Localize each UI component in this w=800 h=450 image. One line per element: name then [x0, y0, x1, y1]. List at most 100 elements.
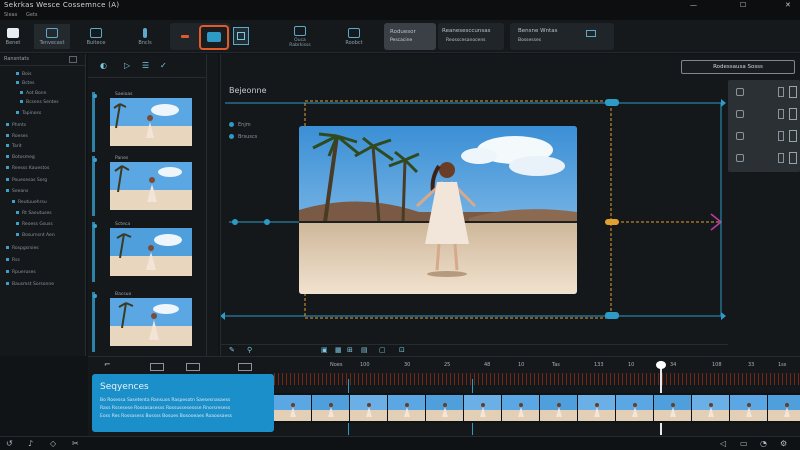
maximize-button[interactable]: ☐: [740, 1, 746, 9]
toolbar-group-resources[interactable]: Reanesesccunsas Reosscesanocens: [438, 23, 504, 50]
tree-item[interactable]: Reoess Gsuss: [16, 222, 53, 227]
crop-icon[interactable]: ⊞: [347, 346, 353, 354]
timeline-ruler[interactable]: Noes 100 30 25 48 10 Tas 133 10 34 108 3…: [274, 362, 800, 385]
safe-area-icon[interactable]: ⊡: [399, 346, 405, 354]
tree-item[interactable]: Rpueruses: [6, 270, 36, 275]
audio-icon[interactable]: ♪: [28, 439, 33, 448]
close-button[interactable]: ✕: [785, 1, 791, 9]
settings-icon[interactable]: ⚙: [780, 439, 787, 448]
menu-bar: Sleas Gets: [0, 12, 800, 20]
clip-thumbnail[interactable]: Bacsuo: [92, 292, 196, 352]
tree-item-label: Seeans: [12, 189, 29, 194]
grid-view-icon[interactable]: ▣: [321, 346, 328, 354]
expand-icon[interactable]: ◁: [720, 439, 726, 448]
toolbar-clip-button[interactable]: Tenvecast: [34, 24, 70, 49]
tree-item[interactable]: Seeans: [6, 189, 28, 194]
timeline-clip[interactable]: [540, 395, 578, 421]
panel-settings-icon[interactable]: [69, 56, 77, 63]
tree-item[interactable]: Bausmst Sorsonne: [6, 282, 54, 287]
tree-item-label: Rospgsrsies: [12, 246, 39, 251]
timeline-clip[interactable]: [654, 395, 692, 421]
pen-icon[interactable]: ✎: [229, 346, 235, 354]
timeline-clip[interactable]: [312, 395, 350, 421]
tree-item[interactable]: Bcsens Sentes: [20, 100, 59, 105]
minimize-button[interactable]: —: [690, 1, 697, 9]
window-title: Sekrkas Wesce Cossemnce (A): [4, 1, 120, 9]
menu-item-2[interactable]: Gets: [26, 12, 38, 18]
video-preview-frame[interactable]: [299, 126, 577, 294]
group-resources-title: Reanesesccunsas: [442, 28, 491, 34]
tree-item[interactable]: Rospgsrsies: [6, 246, 39, 251]
tree-item[interactable]: Tarit: [6, 144, 22, 149]
tree-item[interactable]: Reutuuehrsu: [12, 200, 47, 205]
track-toggle[interactable]: [186, 363, 200, 371]
toolbar-film-button[interactable]: Benet: [4, 24, 22, 49]
ruler-label: Noes: [330, 362, 343, 368]
tree-item[interactable]: Bosurnsnt Aen: [16, 233, 55, 238]
timeline-clip[interactable]: [464, 395, 502, 421]
frame-icon[interactable]: ▤: [361, 346, 368, 354]
tree-item[interactable]: Aot Bonn: [20, 91, 47, 96]
folder-icon: [16, 222, 19, 225]
clip-thumbnail[interactable]: Panes: [92, 156, 196, 216]
timeline-clip[interactable]: [426, 395, 464, 421]
zoom-icon[interactable]: ◔: [760, 439, 767, 448]
timeline-clip[interactable]: [692, 395, 730, 421]
timeline-clip[interactable]: [616, 395, 654, 421]
timeline-icon[interactable]: ▭: [740, 439, 748, 448]
toolbar-group-bensne[interactable]: Bensne Wntas Bossesses: [510, 23, 614, 50]
check-icon[interactable]: ✓: [160, 61, 167, 70]
sync-icon[interactable]: ◐: [100, 61, 107, 70]
list-icon[interactable]: ☰: [142, 61, 149, 70]
inspector-button[interactable]: Rodessausa Sosss: [681, 60, 795, 74]
tree-item[interactable]: Reesss Kauestos: [6, 166, 49, 171]
pin-icon[interactable]: ⚲: [247, 346, 252, 354]
toolbar-layout-button[interactable]: Buitece: [84, 24, 108, 49]
ruler-label: 10: [628, 362, 635, 368]
tree-item[interactable]: Bois: [16, 72, 31, 77]
timeline-clip[interactable]: [274, 395, 312, 421]
toolbar-audio-button[interactable]: Roobct: [338, 24, 370, 49]
tree-item[interactable]: Bctes: [16, 81, 34, 86]
menu-item-1[interactable]: Sleas: [4, 12, 17, 18]
ruler-label: 25: [444, 362, 451, 368]
thumbnail-toolbar: ◐ ▷ ☰ ✓: [88, 54, 206, 78]
clip-thumbnail[interactable]: Scteca: [92, 222, 196, 282]
timeline-clip[interactable]: [768, 395, 800, 421]
timeline-tool-icon[interactable]: ⌐: [104, 360, 111, 369]
play-icon[interactable]: ▷: [124, 61, 130, 70]
tree-item[interactable]: Phmts: [6, 123, 26, 128]
tree-item[interactable]: Roeses: [6, 134, 28, 139]
thumbnail-scrollbar[interactable]: [206, 54, 218, 356]
timeline-clip[interactable]: [730, 395, 768, 421]
effects-button[interactable]: [199, 25, 229, 50]
clip-thumbnail[interactable]: Saeioas: [92, 92, 196, 152]
timeline-clip[interactable]: [502, 395, 540, 421]
image-icon[interactable]: ▦: [335, 346, 342, 354]
inspector-row[interactable]: [728, 82, 800, 104]
tree-item[interactable]: Tapinoss: [16, 111, 41, 116]
tree-item[interactable]: Pouesesas Sorg: [6, 178, 47, 183]
inspector-row[interactable]: [728, 148, 800, 170]
tree-item[interactable]: Rss: [6, 258, 20, 263]
toolbar-screen-button[interactable]: Ouca Rabrkisss: [270, 24, 330, 49]
track-toggle[interactable]: [238, 363, 252, 371]
monitor-button[interactable]: [233, 27, 249, 45]
fit-icon[interactable]: ▢: [379, 346, 386, 354]
inspector-row[interactable]: [728, 126, 800, 148]
tree-item[interactable]: Botosmeg: [6, 155, 35, 160]
timeline-clip[interactable]: [350, 395, 388, 421]
toolbar-group-producer[interactable]: Roduesor Pescacine: [384, 23, 436, 50]
timeline-clip[interactable]: [578, 395, 616, 421]
undo-icon[interactable]: ↺: [6, 439, 13, 448]
timeline-clip[interactable]: [388, 395, 426, 421]
video-track[interactable]: [274, 393, 800, 423]
tree-item[interactable]: Rt Saeutuses: [16, 211, 52, 216]
inspector-row[interactable]: [728, 104, 800, 126]
track-toggle[interactable]: [150, 363, 164, 371]
clip-marker-icon: [93, 158, 97, 162]
trim-icon[interactable]: ◇: [50, 439, 56, 448]
cut-icon[interactable]: ✂: [72, 439, 79, 448]
record-button[interactable]: [176, 24, 194, 49]
toolbar-grid-button[interactable]: Bncls: [130, 24, 160, 49]
